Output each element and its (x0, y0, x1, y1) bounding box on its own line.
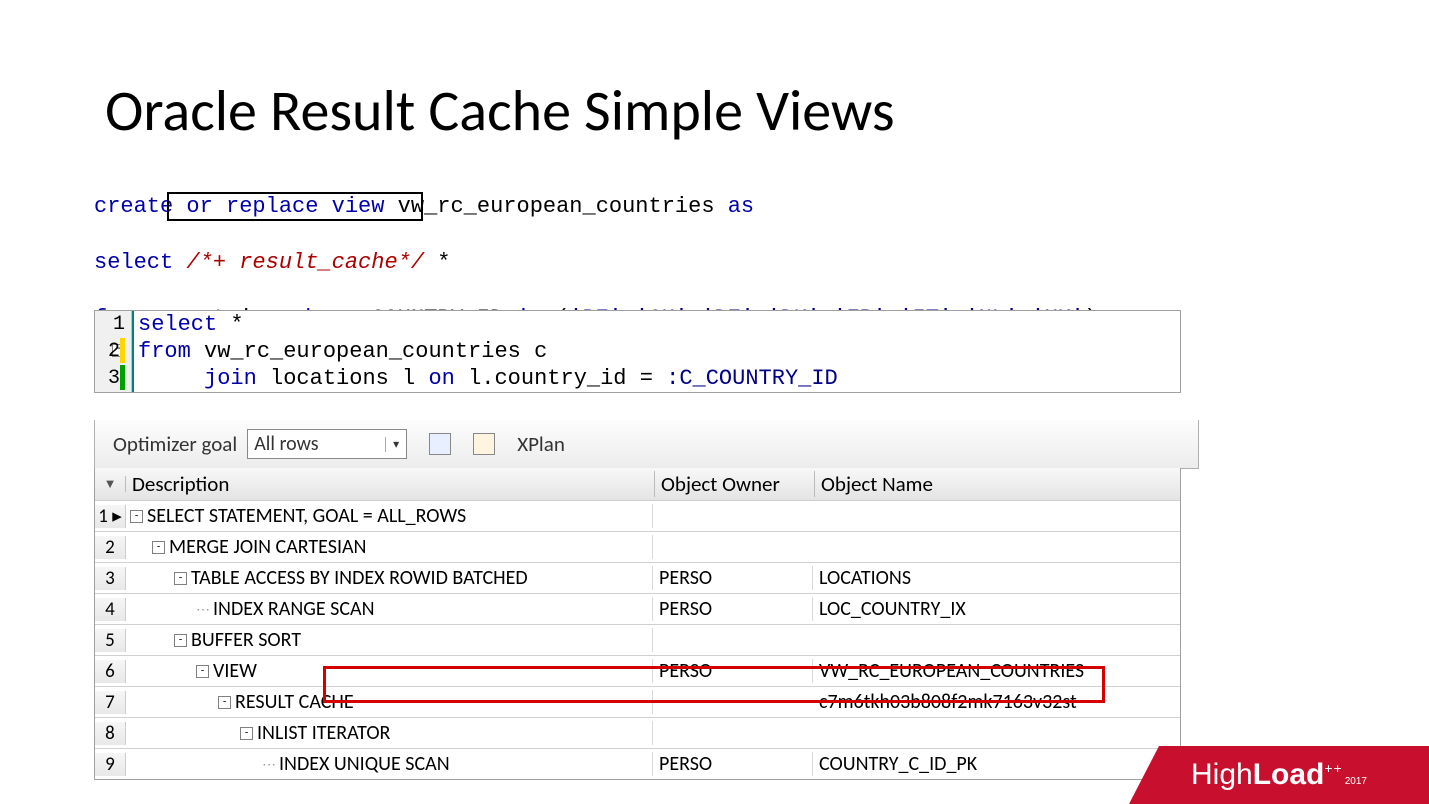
tree-toggle-icon[interactable]: - (174, 634, 187, 647)
chevron-down-icon[interactable]: ▾ (385, 437, 406, 452)
plan-row[interactable]: 6-VIEWPERSOVW_RC_EUROPEAN_COUNTRIES (95, 655, 1180, 686)
highload-logo: HighLoad++2017 (1129, 746, 1429, 804)
optimizer-goal-label: Optimizer goal (113, 431, 237, 457)
toolbar-icon-2[interactable] (473, 433, 495, 455)
plan-toolbar: Optimizer goal All rows▾ XPlan (94, 420, 1199, 469)
plan-header: ▼ Description Object Owner Object Name (95, 468, 1180, 500)
col-description[interactable]: Description (126, 471, 655, 497)
tree-toggle-icon[interactable]: - (218, 696, 231, 709)
col-name[interactable]: Object Name (815, 471, 1180, 497)
xplan-label[interactable]: XPlan (517, 431, 565, 457)
plan-row[interactable]: 9⋯INDEX UNIQUE SCANPERSOCOUNTRY_C_ID_PK (95, 748, 1180, 779)
slide-title: Oracle Result Cache Simple Views (105, 75, 895, 146)
col-owner[interactable]: Object Owner (655, 471, 815, 497)
tree-toggle-icon[interactable]: - (130, 510, 143, 523)
plan-row[interactable]: 4⋯INDEX RANGE SCANPERSOLOC_COUNTRY_IX (95, 593, 1180, 624)
optimizer-goal-select[interactable]: All rows▾ (247, 429, 407, 459)
row-menu-icon[interactable]: ▼ (95, 476, 126, 492)
code-editor: 1 - 2 3 select * from vw_rc_european_cou… (94, 310, 1181, 393)
plan-row[interactable]: 7-RESULT CACHEc7m6tkh03b808f2mk7163v32st (95, 686, 1180, 717)
tree-toggle-icon[interactable]: - (240, 727, 253, 740)
execution-plan-table: ▼ Description Object Owner Object Name 1… (94, 468, 1181, 780)
plan-row[interactable]: 8-INLIST ITERATOR (95, 717, 1180, 748)
editor-gutter: 1 - 2 3 (95, 311, 132, 392)
plan-row[interactable]: 1 ▸-SELECT STATEMENT, GOAL = ALL_ROWS (95, 500, 1180, 531)
tree-toggle-icon[interactable]: - (174, 572, 187, 585)
tree-toggle-icon[interactable]: - (196, 665, 209, 678)
plan-row[interactable]: 5-BUFFER SORT (95, 624, 1180, 655)
toolbar-icon-1[interactable] (429, 433, 451, 455)
editor-code[interactable]: select * from vw_rc_european_countries c… (132, 311, 1180, 392)
plan-row[interactable]: 2-MERGE JOIN CARTESIAN (95, 531, 1180, 562)
plan-row[interactable]: 3-TABLE ACCESS BY INDEX ROWID BATCHEDPER… (95, 562, 1180, 593)
tree-toggle-icon[interactable]: - (152, 541, 165, 554)
